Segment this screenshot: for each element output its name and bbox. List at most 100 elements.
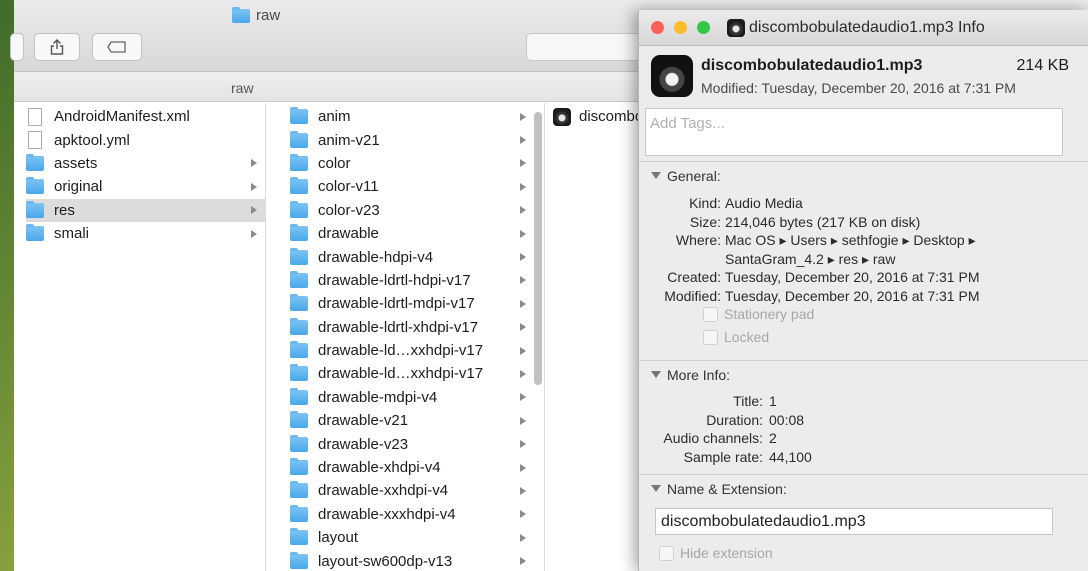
locked-label: Locked bbox=[724, 329, 770, 345]
general-header: General: bbox=[667, 167, 721, 184]
folder-icon bbox=[290, 107, 308, 125]
folder-icon bbox=[290, 224, 308, 242]
item-label: drawable-hdpi-v4 bbox=[318, 248, 434, 266]
info-header: discombobulatedaudio1.mp3 214 KB Modifie… bbox=[651, 55, 1081, 103]
folder-icon bbox=[290, 387, 308, 405]
finder-title-label: raw bbox=[256, 7, 281, 24]
general-section-toggle[interactable]: General: bbox=[639, 161, 1088, 189]
title-label: Title: bbox=[733, 393, 763, 409]
item-label: original bbox=[54, 178, 103, 196]
folder-icon bbox=[290, 434, 308, 452]
folder-item[interactable]: drawable-ldrtl-hdpi-v17 bbox=[290, 269, 534, 292]
folder-icon bbox=[290, 153, 308, 171]
file-modified: Modified: Tuesday, December 20, 2016 at … bbox=[701, 80, 1016, 96]
folder-item[interactable]: drawable-mdpi-v4 bbox=[290, 386, 534, 409]
close-button[interactable] bbox=[651, 21, 664, 34]
kind-value: Audio Media bbox=[725, 195, 803, 211]
item-label: drawable-ldrtl-hdpi-v17 bbox=[318, 271, 471, 289]
checkbox-box bbox=[703, 306, 718, 322]
disclosure-arrow-icon bbox=[251, 182, 257, 191]
audio-app-large-icon bbox=[651, 55, 693, 97]
tags-button[interactable] bbox=[92, 33, 142, 61]
folder-item[interactable]: assets bbox=[26, 152, 265, 175]
folder-item[interactable]: drawable-ldrtl-xhdpi-v17 bbox=[290, 316, 534, 339]
name-extension-section-toggle[interactable]: Name & Extension: bbox=[639, 474, 1088, 502]
folder-icon bbox=[290, 411, 308, 429]
disclosure-arrow-icon bbox=[520, 299, 526, 308]
disclosure-arrow-icon bbox=[520, 369, 526, 378]
zoom-button[interactable] bbox=[697, 21, 710, 34]
disclosure-arrow-icon bbox=[520, 253, 526, 262]
tag-icon bbox=[107, 41, 126, 53]
more-info-section-toggle[interactable]: More Info: bbox=[639, 360, 1088, 388]
hide-extension-label: Hide extension bbox=[680, 545, 773, 561]
folder-icon bbox=[290, 270, 308, 288]
folder-item[interactable]: drawable-xxxhdpi-v4 bbox=[290, 503, 534, 526]
disclosure-arrow-icon bbox=[251, 229, 257, 238]
folder-item[interactable]: drawable-ld…xxhdpi-v17 bbox=[290, 362, 534, 385]
file-item[interactable]: AndroidManifest.xml bbox=[26, 105, 265, 128]
file-name-input[interactable]: discombobulatedaudio1.mp3 bbox=[655, 508, 1053, 535]
view-options-button[interactable] bbox=[10, 33, 24, 61]
folder-item[interactable]: drawable-ld…xxhdpi-v17 bbox=[290, 339, 534, 362]
folder-icon bbox=[290, 341, 308, 359]
folder-item[interactable]: color-v23 bbox=[290, 199, 534, 222]
disclosure-arrow-icon bbox=[520, 323, 526, 332]
size-label: Size: bbox=[689, 213, 721, 230]
item-label: layout-sw600dp-v13 bbox=[318, 552, 453, 570]
folder-icon bbox=[26, 177, 44, 195]
disclosure-arrow-icon bbox=[251, 206, 257, 215]
stationery-pad-label: Stationery pad bbox=[724, 306, 815, 322]
item-label: drawable-v23 bbox=[318, 435, 409, 453]
folder-item[interactable]: drawable-xxhdpi-v4 bbox=[290, 479, 534, 502]
stationery-pad-checkbox[interactable]: Stationery pad bbox=[703, 306, 814, 322]
tags-field[interactable]: Add Tags... bbox=[645, 108, 1063, 156]
minimize-button[interactable] bbox=[674, 21, 687, 34]
folder-item[interactable]: color bbox=[290, 152, 534, 175]
locked-checkbox[interactable]: Locked bbox=[703, 329, 769, 345]
file-item[interactable]: apktool.yml bbox=[26, 128, 265, 151]
disclosure-arrow-icon bbox=[520, 206, 526, 215]
folder-item[interactable]: layout bbox=[290, 526, 534, 549]
share-button[interactable] bbox=[34, 33, 80, 61]
folder-item[interactable]: drawable-hdpi-v4 bbox=[290, 245, 534, 268]
folder-item[interactable]: drawable-v23 bbox=[290, 432, 534, 455]
document-icon bbox=[28, 107, 42, 126]
disclosure-arrow-icon bbox=[520, 533, 526, 542]
folder-item[interactable]: drawable-v21 bbox=[290, 409, 534, 432]
folder-item[interactable]: drawable bbox=[290, 222, 534, 245]
item-label: drawable bbox=[318, 225, 379, 243]
file-name: discombobulatedaudio1.mp3 bbox=[701, 57, 923, 74]
more-info-header: More Info: bbox=[667, 366, 731, 383]
folder-item[interactable]: anim-v21 bbox=[290, 128, 534, 151]
folder-icon bbox=[26, 200, 44, 218]
folder-item[interactable]: drawable-xhdpi-v4 bbox=[290, 456, 534, 479]
title-value: 1 bbox=[769, 393, 777, 409]
kind-label: Kind: bbox=[689, 195, 721, 211]
folder-item[interactable]: drawable-ldrtl-mdpi-v17 bbox=[290, 292, 534, 315]
folder-icon bbox=[290, 317, 308, 335]
item-label: anim-v21 bbox=[318, 131, 380, 149]
item-label: drawable-ld…xxhdpi-v17 bbox=[318, 365, 484, 383]
folder-item[interactable]: layout-sw600dp-v13 bbox=[290, 549, 534, 571]
folder-icon bbox=[232, 6, 250, 23]
disclosure-arrow-icon bbox=[520, 346, 526, 355]
info-titlebar: discombobulatedaudio1.mp3 Info bbox=[639, 10, 1088, 46]
search-field[interactable] bbox=[526, 33, 656, 61]
info-window: discombobulatedaudio1.mp3 Info discombob… bbox=[638, 10, 1088, 571]
hide-extension-checkbox[interactable]: Hide extension bbox=[659, 545, 773, 561]
item-label: drawable-v21 bbox=[318, 412, 409, 430]
sample-rate-label: Sample rate: bbox=[683, 448, 763, 465]
folder-item[interactable]: res bbox=[26, 198, 265, 222]
document-icon bbox=[28, 131, 42, 150]
disclosure-arrow-icon bbox=[520, 416, 526, 425]
folder-item[interactable]: color-v11 bbox=[290, 175, 534, 198]
disclosure-arrow-icon bbox=[520, 229, 526, 238]
folder-item[interactable]: smali bbox=[26, 222, 265, 245]
column-scrollbar[interactable] bbox=[534, 112, 542, 385]
folder-item[interactable]: anim bbox=[290, 105, 534, 128]
folder-item[interactable]: original bbox=[26, 175, 265, 198]
checkbox-box bbox=[659, 545, 674, 561]
channels-value: 2 bbox=[769, 430, 777, 446]
disclosure-arrow-icon bbox=[520, 557, 526, 566]
